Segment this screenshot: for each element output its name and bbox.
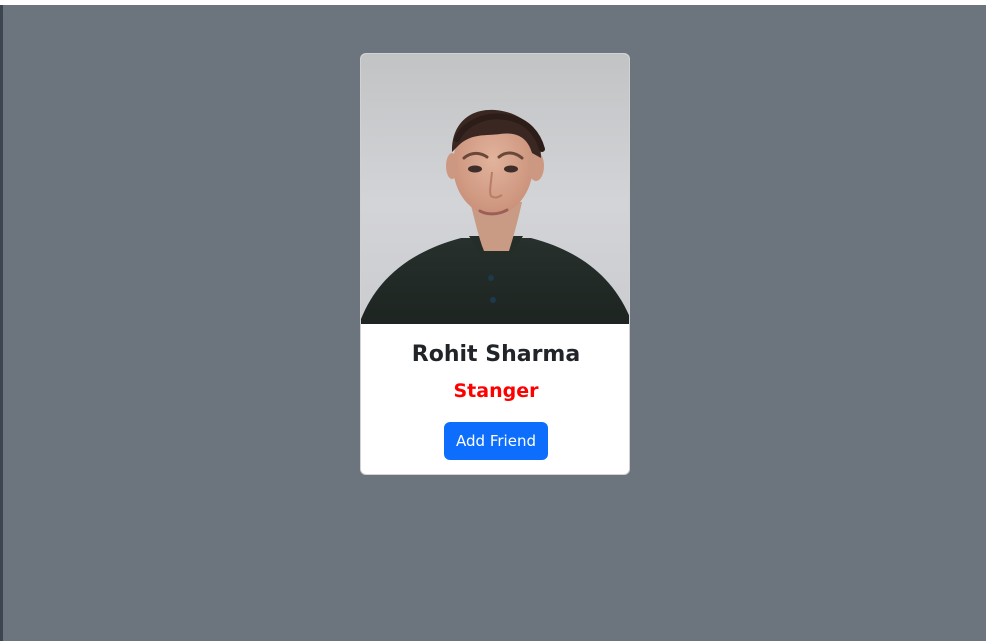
top-strip [0, 0, 986, 5]
relationship-status: Stanger [453, 380, 539, 402]
profile-card: Rohit Sharma Stanger Add Friend [360, 53, 630, 475]
add-friend-button[interactable]: Add Friend [444, 422, 548, 460]
left-edge [0, 5, 3, 641]
profile-photo [361, 54, 629, 324]
card-body: Rohit Sharma Stanger Add Friend [361, 324, 629, 474]
profile-name: Rohit Sharma [411, 342, 581, 367]
